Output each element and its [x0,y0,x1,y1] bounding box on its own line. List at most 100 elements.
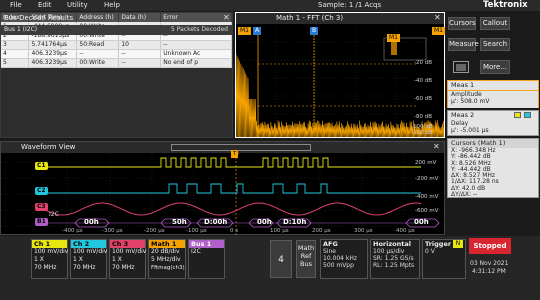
afg-amplitude: 500 mVpp [321,262,367,269]
add-bus-button[interactable]: Bus [297,260,315,268]
bus1-badge-title: Bus 1 [189,240,224,248]
ch2-probe: 1 X [71,256,106,264]
meas1-badge[interactable]: Meas 1 Amplitude µ': 508.0 mV [447,80,539,108]
ch3-label[interactable]: C3 [35,203,48,211]
column-header[interactable]: Address (h) [77,13,119,22]
cell-address: 00:Write [77,58,119,67]
close-icon[interactable]: ✕ [223,13,230,22]
fft-panel[interactable]: Math 1 - FFT (Ch 3) ✕ M1 A B M1 M1 -20 d… [235,12,445,138]
math1-source: Fftmag(ch3) [149,264,185,272]
column-header[interactable]: Data (h) [119,13,161,22]
close-icon[interactable]: ✕ [434,13,441,22]
ch3-probe: 1 X [110,256,145,264]
search-button[interactable]: Search [480,38,510,51]
menu-help[interactable]: Help [104,1,120,9]
menu-edit[interactable]: Edit [38,1,52,9]
image-icon[interactable] [453,61,469,73]
run-stop-button[interactable]: Stopped [469,238,511,254]
meas2-badge[interactable]: Meas 2 Delay µ': -5.001 µs [447,110,539,136]
cursors-math-badge[interactable]: Cursors (Math 1) X: -966.348 Hz Y: -86.4… [447,138,539,198]
table-row[interactable]: 5 406.3239µs 00:Write -- No end of p [1,58,232,67]
menu-bar: File Edit Utility Help Sample: 1 /1 Acqs… [0,0,540,11]
bus-packet[interactable]: 50h [172,218,187,226]
waveform-titlebar: Waveform View ✕ [1,142,444,153]
more-button[interactable]: More... [480,60,510,74]
time-label: -100 µs [186,228,207,234]
bus-packet[interactable]: 00h [84,218,99,226]
ch1-badge[interactable]: Ch 1 100 mV/div 1 X 70 MHz [31,239,68,279]
bus-packet[interactable]: D:10h [283,218,306,226]
bus1-badge[interactable]: Bus 1 I2C [188,239,225,279]
math1-freq: 5 MHz/div [149,256,185,264]
ch3-trace [43,203,421,215]
menu-file[interactable]: File [10,1,22,9]
cursors-button[interactable]: Cursors [448,17,476,30]
bus-packet[interactable]: 00h [257,218,272,226]
trigger-marker[interactable]: T [231,150,238,158]
bus-name: I2C [49,211,59,218]
math1-scale: 20 dB/div [149,248,185,256]
callout-button[interactable]: Callout [480,17,510,30]
column-header[interactable]: Error [161,13,232,22]
horizontal-scale: 100 µs/div [371,248,419,255]
db-label: -80 dB [414,114,432,120]
ch1-label[interactable]: C1 [35,162,48,170]
date-display: 03 Nov 2021 [470,260,508,267]
measure-button[interactable]: Measure [448,38,476,51]
settings-bar: Ch 1 100 mV/div 1 X 70 MHz Ch 2 100 mV/d… [0,236,540,300]
time-label: 300 µs [354,228,373,234]
time-label: 0 s [230,228,238,234]
ch2-indicator [524,112,531,118]
bus-packet[interactable]: 00h [414,218,429,226]
meas2-type: Delay [451,120,538,127]
horizontal-badge[interactable]: Horizontal 100 µs/div SR: 1.25 GS/s RL: … [370,239,420,279]
ch2-scale: 100 mV/div [71,248,106,256]
cell-data: -- [119,49,161,58]
ch2-badge[interactable]: Ch 2 100 mV/div 1 X 70 MHz [70,239,107,279]
cell-start-time: 5.741764µs [29,40,77,49]
meas1-title: Meas 1 [451,81,474,89]
time-label: -400 µs [62,228,83,234]
ch3-badge[interactable]: Ch 3 100 mV/div 1 X 70 MHz [109,239,146,279]
math1-badge-title: Math 1 [149,240,185,248]
time-label: 200 µs [312,228,331,234]
fft-m1-tag[interactable]: M1 [238,27,251,35]
cell-address: 50:Read [77,40,119,49]
time-label: -200 µs [144,228,165,234]
horizontal-sample-rate: SR: 1.25 GS/s [371,255,419,262]
table-row[interactable]: 3 5.741764µs 50:Read 10 -- [1,40,232,49]
meas2-title: Meas 2 [451,111,474,119]
meas2-value: µ': -5.001 µs [451,127,538,134]
ch3-bandwidth: 70 MHz [110,264,145,272]
horizontal-record-length: RL: 1.25 Mpts [371,262,419,269]
add-ref-button[interactable]: Ref [297,252,315,260]
bus-packet[interactable]: D:00h [204,218,227,226]
meas1-header: Meas 1 [448,81,538,90]
waveform-view-panel[interactable]: Waveform View ✕ T C1 C2 C3 B1 I2C 00h 50… [0,141,445,235]
ch1-bandwidth: 70 MHz [32,264,67,272]
add-new-buttons[interactable]: Math Ref Bus [296,240,316,278]
ch1-indicator [514,112,521,118]
ch1-trace [43,158,421,167]
fft-m1-right-tag: M1 [432,27,445,35]
bus1-type: I2C [189,248,224,256]
trigger-badge[interactable]: Trigger N 0 V [422,239,466,279]
math1-badge[interactable]: Math 1 20 dB/div 5 MHz/div Fftmag(ch3) [148,239,186,279]
time-label: 100 µs [270,228,289,234]
ch2-label[interactable]: C2 [35,187,48,195]
table-row[interactable]: 4 406.3239µs -- -- Unknown Ac [1,49,232,58]
volt-label: 200 mV [415,160,436,166]
cell-start-time: 406.3239µs [29,58,77,67]
close-icon[interactable]: ✕ [433,142,440,151]
brand-logo: Tektronix [483,0,528,10]
add-channel-button[interactable]: 4 [270,240,292,278]
record-overview-bar[interactable] [171,144,311,151]
bus1-label[interactable]: B1 [35,218,48,226]
volt-label: -600 mV [415,208,438,214]
time-label: -300 µs [102,228,123,234]
cursor-b-tag[interactable]: B [310,27,318,35]
afg-badge[interactable]: AFG Sine 10.004 kHz 500 mVpp [320,239,368,279]
cursor-a-tag[interactable]: A [253,27,261,35]
add-math-button[interactable]: Math [297,244,315,252]
menu-utility[interactable]: Utility [67,1,88,9]
